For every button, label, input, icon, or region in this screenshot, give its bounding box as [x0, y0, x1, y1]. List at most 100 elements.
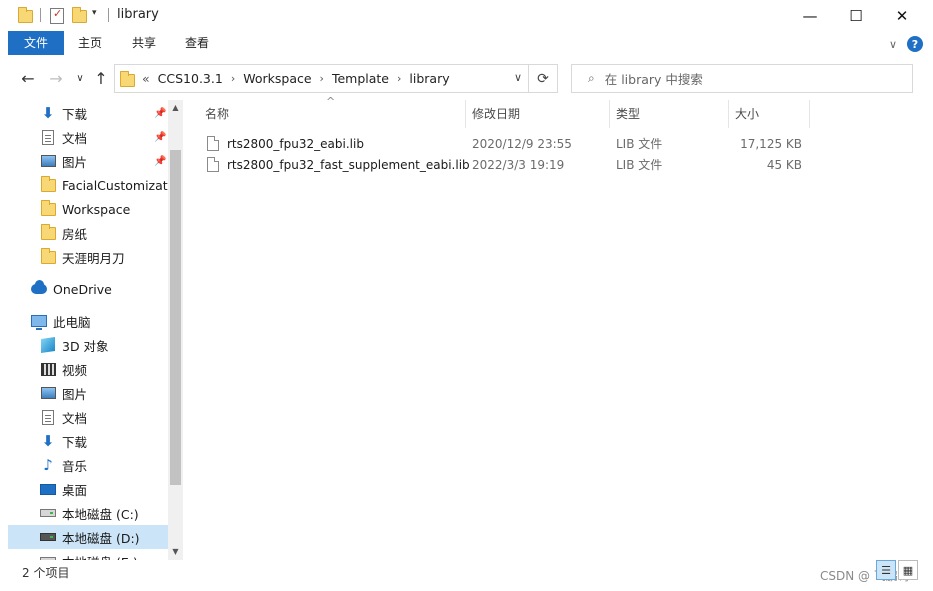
pin-icon: 📌: [154, 131, 167, 143]
tab-share[interactable]: 共享: [118, 31, 170, 55]
breadcrumb: « CCS10.3.1 › Workspace › Template › lib…: [142, 71, 450, 86]
chevron-right-icon[interactable]: ›: [231, 72, 235, 85]
file-type: LIB 文件: [616, 158, 663, 172]
search-input[interactable]: ⌕ 在 library 中搜索: [571, 64, 913, 93]
nav-item-desktop[interactable]: 桌面: [8, 478, 168, 500]
search-placeholder: 在 library 中搜索: [604, 72, 703, 87]
nav-item-label: 下载: [62, 434, 88, 450]
pictures-icon: [40, 153, 56, 169]
folder-icon: [40, 223, 56, 241]
nav-item-downloads[interactable]: ⬇ 下载 📌: [8, 102, 168, 124]
pin-icon: 📌: [154, 107, 167, 119]
computer-icon: [31, 313, 47, 330]
scrollbar-thumb[interactable]: [170, 150, 181, 485]
ribbon-tabs: 文件 主页 共享 查看 ∨ ?: [8, 31, 933, 56]
nav-item-tianya[interactable]: 天涯明月刀: [8, 246, 168, 268]
nav-item-documents[interactable]: 文档 📌: [8, 126, 168, 148]
window-title: library: [117, 7, 159, 22]
quick-access-dropdown-icon[interactable]: ▾: [92, 8, 97, 18]
file-name: rts2800_fpu32_fast_supplement_eabi.lib: [227, 158, 470, 172]
new-folder-icon[interactable]: [72, 5, 87, 27]
column-header-name[interactable]: 名称: [199, 100, 465, 128]
breadcrumb-ccs[interactable]: CCS10.3.1: [158, 71, 223, 86]
scroll-down-icon[interactable]: ▼: [168, 544, 183, 558]
forward-button[interactable]: →: [44, 66, 68, 90]
expand-ribbon-icon[interactable]: ∨: [889, 38, 897, 51]
details-view-icon[interactable]: ☰: [876, 560, 896, 580]
chevron-down-icon[interactable]: ∨: [514, 71, 522, 84]
breadcrumb-library[interactable]: library: [409, 71, 449, 86]
tab-home[interactable]: 主页: [64, 31, 116, 55]
table-row[interactable]: rts2800_fpu32_fast_supplement_eabi.lib 2…: [200, 155, 810, 176]
nav-item-pictures[interactable]: 图片 📌: [8, 150, 168, 172]
drive-icon: [40, 529, 56, 545]
scroll-up-icon[interactable]: ▲: [168, 100, 183, 114]
toolbar-separator: [40, 8, 41, 22]
document-icon: [40, 129, 56, 145]
nav-item-label: 桌面: [62, 482, 88, 498]
column-divider[interactable]: [809, 100, 810, 128]
breadcrumb-template[interactable]: Template: [332, 71, 389, 86]
nav-item-videos[interactable]: 视频: [8, 358, 168, 380]
status-item-count: 2 个项目: [22, 566, 70, 580]
nav-item-label: Workspace: [62, 201, 131, 217]
close-button[interactable]: ✕: [879, 0, 925, 31]
file-type: LIB 文件: [616, 137, 663, 151]
nav-item-this-pc[interactable]: 此电脑: [8, 310, 168, 332]
column-header-size[interactable]: 大小: [729, 100, 809, 128]
nav-item-3d-objects[interactable]: 3D 对象: [8, 334, 168, 356]
search-icon: ⌕: [588, 71, 595, 85]
tab-view[interactable]: 查看: [171, 31, 223, 55]
nav-item-drive-e[interactable]: 本地磁盘 (E:): [8, 550, 168, 560]
nav-item-drive-d[interactable]: 本地磁盘 (D:): [8, 525, 168, 549]
nav-item-onedrive[interactable]: OneDrive: [8, 278, 168, 300]
videos-icon: [40, 361, 56, 377]
pictures-icon: [40, 385, 56, 401]
navigation-pane[interactable]: ⬇ 下载 📌 文档 📌 图片 📌 FacialCustomizatio Work…: [8, 100, 168, 560]
properties-icon[interactable]: [50, 5, 64, 27]
help-icon[interactable]: ?: [907, 36, 923, 52]
nav-item-pc-downloads[interactable]: ⬇ 下载: [8, 430, 168, 452]
chevron-right-icon[interactable]: ›: [397, 72, 401, 85]
nav-item-label: 本地磁盘 (D:): [62, 530, 140, 546]
nav-item-fangzhi[interactable]: 房纸: [8, 222, 168, 244]
chevron-right-icon[interactable]: ›: [320, 72, 324, 85]
drive-icon: [40, 553, 56, 560]
nav-scrollbar[interactable]: ▲ ▼: [168, 100, 183, 560]
up-button[interactable]: ↑: [89, 66, 113, 90]
nav-item-label: 图片: [62, 386, 88, 402]
folder-icon: [18, 5, 33, 27]
column-header-type[interactable]: 类型: [610, 100, 728, 128]
3d-objects-icon: [40, 337, 56, 353]
toolbar-separator: [108, 8, 109, 22]
tab-file[interactable]: 文件: [8, 31, 64, 55]
nav-item-pc-pictures[interactable]: 图片: [8, 382, 168, 404]
minimize-button[interactable]: —: [787, 0, 833, 31]
breadcrumb-workspace[interactable]: Workspace: [243, 71, 311, 86]
desktop-icon: [40, 481, 56, 497]
large-icons-view-icon[interactable]: ▦: [898, 560, 918, 580]
nav-item-label: 本地磁盘 (C:): [62, 506, 139, 522]
nav-item-label: 图片: [62, 154, 88, 170]
nav-item-label: OneDrive: [53, 281, 112, 297]
nav-item-music[interactable]: ♪ 音乐: [8, 454, 168, 476]
table-row[interactable]: rts2800_fpu32_eabi.lib 2020/12/9 23:55 L…: [200, 134, 810, 155]
nav-item-label: 天涯明月刀: [62, 250, 125, 266]
file-icon: [207, 136, 219, 151]
pin-icon: 📌: [154, 155, 167, 167]
drive-icon: [40, 505, 56, 521]
refresh-button[interactable]: ⟳: [529, 64, 558, 93]
download-icon: ⬇: [41, 104, 55, 122]
document-icon: [40, 409, 56, 425]
file-name: rts2800_fpu32_eabi.lib: [227, 137, 364, 151]
nav-item-facialcustomization[interactable]: FacialCustomizatio: [8, 174, 168, 196]
address-bar[interactable]: « CCS10.3.1 › Workspace › Template › lib…: [114, 64, 529, 93]
nav-item-workspace[interactable]: Workspace: [8, 198, 168, 220]
nav-item-drive-c[interactable]: 本地磁盘 (C:): [8, 502, 168, 524]
cloud-icon: [31, 280, 47, 297]
breadcrumb-overflow[interactable]: «: [142, 71, 150, 86]
maximize-button[interactable]: ☐: [833, 0, 879, 31]
back-button[interactable]: ←: [16, 66, 40, 90]
column-header-modified[interactable]: 修改日期: [466, 100, 609, 128]
nav-item-pc-documents[interactable]: 文档: [8, 406, 168, 428]
